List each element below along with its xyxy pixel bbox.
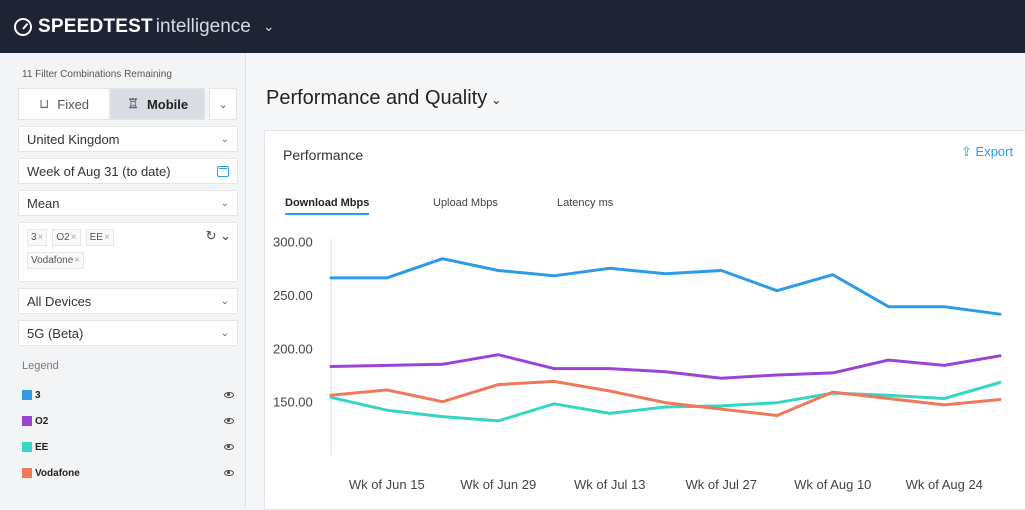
legend-item: EE xyxy=(18,434,234,460)
tab-latency[interactable]: Latency ms xyxy=(557,197,613,209)
filter-sidebar: 11 Filter Combinations Remaining ⊔ Fixed… xyxy=(0,53,246,508)
brand-menu[interactable]: SPEEDTEST intelligence ⌄ xyxy=(14,16,275,38)
legend-swatch xyxy=(22,441,32,452)
calendar-icon[interactable] xyxy=(217,165,229,177)
router-icon: ⊔ xyxy=(39,96,50,111)
eye-icon[interactable] xyxy=(224,418,234,424)
chevron-down-icon[interactable]: ⌄ xyxy=(263,18,275,35)
page-title-menu[interactable]: Performance and Quality ⌄ xyxy=(266,87,501,110)
x-tick-label: Wk of Jun 15 xyxy=(349,477,425,492)
country-value: United Kingdom xyxy=(27,131,120,147)
page-title: Performance and Quality xyxy=(266,87,488,109)
filter-combinations-remaining: 11 Filter Combinations Remaining xyxy=(22,69,172,80)
legend-label: 3 xyxy=(22,390,41,401)
export-button[interactable]: ⇪ Export xyxy=(961,144,1013,160)
aggregate-value: Mean xyxy=(27,195,60,211)
eye-icon[interactable] xyxy=(224,470,234,476)
panel-title: Performance xyxy=(283,147,364,163)
speedometer-icon xyxy=(14,17,32,36)
legend-label: EE xyxy=(22,442,48,453)
technology-select[interactable]: 5G (Beta) ⌄ xyxy=(18,320,238,346)
device-select[interactable]: All Devices ⌄ xyxy=(18,288,238,314)
date-picker[interactable]: Week of Aug 31 (to date) xyxy=(18,158,238,184)
x-tick-label: Wk of Jun 29 xyxy=(460,477,536,492)
reset-icon[interactable]: ↻ xyxy=(206,228,217,243)
performance-panel: Performance ⇪ Export Download Mbps Uploa… xyxy=(264,130,1025,510)
x-tick-label: Wk of Aug 24 xyxy=(906,477,983,492)
provider-multiselect[interactable]: 3× O2× EE× Vodafone× ↻ ⌄ xyxy=(18,222,238,282)
chevron-down-icon: ⌄ xyxy=(220,327,229,339)
download-speed-chart: 300.00 250.00 200.00 150.00 Wk of Jun 15 Wk o… xyxy=(273,235,1002,492)
legend-item: 3 xyxy=(18,382,234,408)
provider-chip[interactable]: EE× xyxy=(85,229,114,246)
y-tick-label: 300.00 xyxy=(273,235,313,250)
legend-label: Vodafone xyxy=(22,468,80,479)
technology-value: 5G (Beta) xyxy=(27,325,84,341)
x-tick-label: Wk of Jul 27 xyxy=(685,477,757,492)
y-tick-label: 250.00 xyxy=(273,288,313,303)
export-label: Export xyxy=(975,144,1014,159)
fixed-label: Fixed xyxy=(57,96,90,112)
brand-name: SPEEDTEST xyxy=(38,15,153,37)
fixed-button[interactable]: ⊔ Fixed xyxy=(18,88,111,120)
legend-swatch xyxy=(22,467,32,478)
legend-swatch xyxy=(22,415,32,426)
chevron-down-icon: ⌄ xyxy=(220,133,229,145)
chevron-down-icon: ⌄ xyxy=(491,93,502,107)
close-icon[interactable]: × xyxy=(71,232,77,243)
y-tick-label: 200.00 xyxy=(273,341,313,356)
mobile-button[interactable]: ♖ Mobile xyxy=(110,88,206,120)
network-type-toggle: ⊔ Fixed ♖ Mobile ⌄ xyxy=(18,88,237,120)
chevron-down-icon: ⌄ xyxy=(220,197,229,209)
series-line-o2[interactable] xyxy=(329,353,1002,380)
top-bar: SPEEDTEST intelligence ⌄ xyxy=(0,0,1025,53)
week-value: Week of Aug 31 (to date) xyxy=(27,163,171,179)
legend-title: Legend xyxy=(22,360,59,372)
close-icon[interactable]: × xyxy=(38,232,44,243)
aggregate-select[interactable]: Mean ⌄ xyxy=(18,190,238,216)
y-tick-label: 150.00 xyxy=(273,395,313,410)
provider-chip[interactable]: 3× xyxy=(27,229,48,246)
brand-product: intelligence xyxy=(155,15,251,37)
chip-tools: ↻ ⌄ xyxy=(206,228,231,244)
country-select[interactable]: United Kingdom ⌄ xyxy=(18,126,238,152)
legend: 3 O2 EE Vodafone xyxy=(18,382,237,486)
device-value: All Devices xyxy=(27,293,92,309)
x-tick-label: Wk of Jul 13 xyxy=(574,477,646,492)
legend-swatch xyxy=(22,389,32,400)
chevron-down-icon: ⌄ xyxy=(220,295,229,307)
provider-chip[interactable]: Vodafone× xyxy=(27,252,85,269)
chevron-down-icon[interactable]: ⌄ xyxy=(209,88,237,120)
provider-chip[interactable]: O2× xyxy=(52,229,81,246)
mobile-label: Mobile xyxy=(146,96,189,112)
eye-icon[interactable] xyxy=(224,444,234,450)
chevron-down-icon[interactable]: ⌄ xyxy=(220,228,231,243)
eye-icon[interactable] xyxy=(224,392,234,398)
x-tick-label: Wk of Aug 10 xyxy=(794,477,871,492)
tab-upload[interactable]: Upload Mbps xyxy=(433,197,498,209)
legend-item: Vodafone xyxy=(18,460,234,486)
legend-item: O2 xyxy=(18,408,234,434)
cell-tower-icon: ♖ xyxy=(127,96,139,111)
legend-label: O2 xyxy=(22,416,48,427)
share-icon: ⇪ xyxy=(961,144,972,159)
series-line-vodafone[interactable] xyxy=(329,379,1002,417)
series-line-3[interactable] xyxy=(329,257,1002,316)
tab-download[interactable]: Download Mbps xyxy=(285,197,370,215)
close-icon[interactable]: × xyxy=(104,232,110,243)
close-icon[interactable]: × xyxy=(74,255,80,266)
